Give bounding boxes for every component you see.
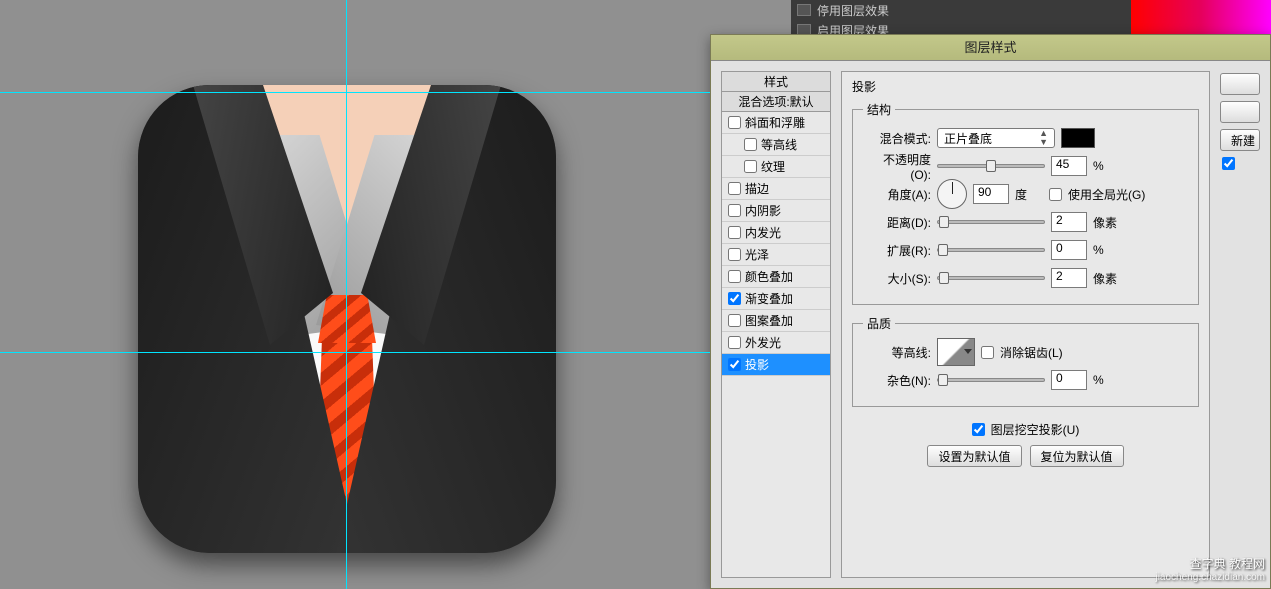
artwork-suit-icon — [138, 85, 556, 553]
layer-style-dialog: 图层样式 样式 混合选项:默认 斜面和浮雕 等高线 纹理 描边 内阴影 内发光 … — [710, 34, 1271, 589]
distance-input[interactable]: 2 — [1051, 212, 1087, 232]
quality-legend: 品质 — [863, 315, 895, 332]
knockout-checkbox[interactable] — [972, 423, 985, 436]
distance-label: 距离(D): — [863, 214, 931, 231]
checkbox[interactable] — [744, 160, 757, 173]
ok-button[interactable] — [1220, 73, 1260, 95]
size-label: 大小(S): — [863, 270, 931, 287]
guide-horizontal[interactable] — [0, 352, 710, 353]
set-default-button[interactable]: 设置为默认值 — [927, 445, 1021, 467]
checkbox[interactable] — [728, 336, 741, 349]
global-light-checkbox[interactable] — [1049, 188, 1062, 201]
noise-input[interactable]: 0 — [1051, 370, 1087, 390]
style-drop-shadow[interactable]: 投影 — [722, 354, 830, 376]
spread-label: 扩展(R): — [863, 242, 931, 259]
style-pattern-overlay[interactable]: 图案叠加 — [722, 310, 830, 332]
size-input[interactable]: 2 — [1051, 268, 1087, 288]
distance-unit: 像素 — [1093, 214, 1121, 231]
distance-slider[interactable] — [937, 220, 1045, 224]
checkbox[interactable] — [744, 138, 757, 151]
size-unit: 像素 — [1093, 270, 1121, 287]
color-picker-strip[interactable] — [1131, 0, 1271, 34]
checkbox[interactable] — [728, 314, 741, 327]
canvas-area[interactable] — [0, 0, 710, 589]
opacity-slider[interactable] — [937, 164, 1045, 168]
checkbox[interactable] — [728, 358, 741, 371]
styles-header[interactable]: 样式 — [722, 72, 830, 92]
antialias-label: 消除锯齿(L) — [1000, 344, 1063, 361]
style-outer-glow[interactable]: 外发光 — [722, 332, 830, 354]
dialog-title: 图层样式 — [711, 35, 1270, 61]
spread-slider[interactable] — [937, 248, 1045, 252]
checkbox[interactable] — [728, 248, 741, 261]
checkbox[interactable] — [728, 270, 741, 283]
size-slider[interactable] — [937, 276, 1045, 280]
styles-list: 样式 混合选项:默认 斜面和浮雕 等高线 纹理 描边 内阴影 内发光 光泽 颜色… — [721, 71, 831, 578]
reset-default-button[interactable]: 复位为默认值 — [1030, 445, 1124, 467]
new-style-button[interactable]: 新建 — [1220, 129, 1260, 151]
contour-picker[interactable] — [937, 338, 975, 366]
spread-input[interactable]: 0 — [1051, 240, 1087, 260]
style-inner-shadow[interactable]: 内阴影 — [722, 200, 830, 222]
style-gradient-overlay[interactable]: 渐变叠加 — [722, 288, 830, 310]
opacity-label: 不透明度(O): — [863, 151, 931, 182]
section-title: 投影 — [852, 78, 1199, 95]
style-stroke[interactable]: 描边 — [722, 178, 830, 200]
style-bevel-emboss[interactable]: 斜面和浮雕 — [722, 112, 830, 134]
checkbox[interactable] — [728, 292, 741, 305]
spread-unit: % — [1093, 243, 1121, 257]
checkbox[interactable] — [728, 116, 741, 129]
layer-fx-icon — [797, 4, 811, 16]
layers-panel-strip: 停用图层效果 启用图层效果 — [791, 0, 1271, 34]
knockout-label: 图层挖空投影(U) — [991, 421, 1080, 438]
preview-checkbox[interactable] — [1222, 157, 1235, 170]
angle-unit: 度 — [1015, 186, 1043, 203]
style-inner-glow[interactable]: 内发光 — [722, 222, 830, 244]
checkbox[interactable] — [728, 182, 741, 195]
checkbox[interactable] — [728, 204, 741, 217]
blending-options-default[interactable]: 混合选项:默认 — [722, 92, 830, 112]
noise-label: 杂色(N): — [863, 372, 931, 389]
contour-label: 等高线: — [863, 344, 931, 361]
shadow-color-swatch[interactable] — [1061, 128, 1095, 148]
opacity-unit: % — [1093, 159, 1121, 173]
dropdown-arrows-icon: ▲▼ — [1039, 129, 1048, 147]
angle-input[interactable]: 90 — [973, 184, 1009, 204]
antialias-checkbox[interactable] — [981, 346, 994, 359]
tie-knot — [318, 295, 376, 343]
quality-group: 品质 等高线: 消除锯齿(L) 杂色(N): 0 % — [852, 315, 1199, 407]
guide-horizontal[interactable] — [0, 92, 710, 93]
watermark: 查字典 教程网 jiaocheng.chazidian.com — [1155, 557, 1265, 585]
opacity-input[interactable]: 45 — [1051, 156, 1087, 176]
guide-vertical[interactable] — [346, 0, 347, 589]
style-contour[interactable]: 等高线 — [722, 134, 830, 156]
angle-dial[interactable] — [937, 179, 967, 209]
style-color-overlay[interactable]: 颜色叠加 — [722, 266, 830, 288]
blend-mode-select[interactable]: 正片叠底 ▲▼ — [937, 128, 1055, 148]
style-satin[interactable]: 光泽 — [722, 244, 830, 266]
blend-mode-label: 混合模式: — [863, 130, 931, 147]
style-texture[interactable]: 纹理 — [722, 156, 830, 178]
dialog-right-buttons: 新建 — [1220, 71, 1260, 578]
drop-shadow-settings: 投影 结构 混合模式: 正片叠底 ▲▼ 不透明度(O): 45 — [841, 71, 1210, 578]
structure-legend: 结构 — [863, 101, 895, 118]
global-light-label: 使用全局光(G) — [1068, 186, 1145, 203]
noise-unit: % — [1093, 373, 1121, 387]
noise-slider[interactable] — [937, 378, 1045, 382]
cancel-button[interactable] — [1220, 101, 1260, 123]
checkbox[interactable] — [728, 226, 741, 239]
angle-label: 角度(A): — [863, 186, 931, 203]
structure-group: 结构 混合模式: 正片叠底 ▲▼ 不透明度(O): 45 % — [852, 101, 1199, 305]
disable-layer-fx[interactable]: 停用图层效果 — [817, 2, 889, 19]
